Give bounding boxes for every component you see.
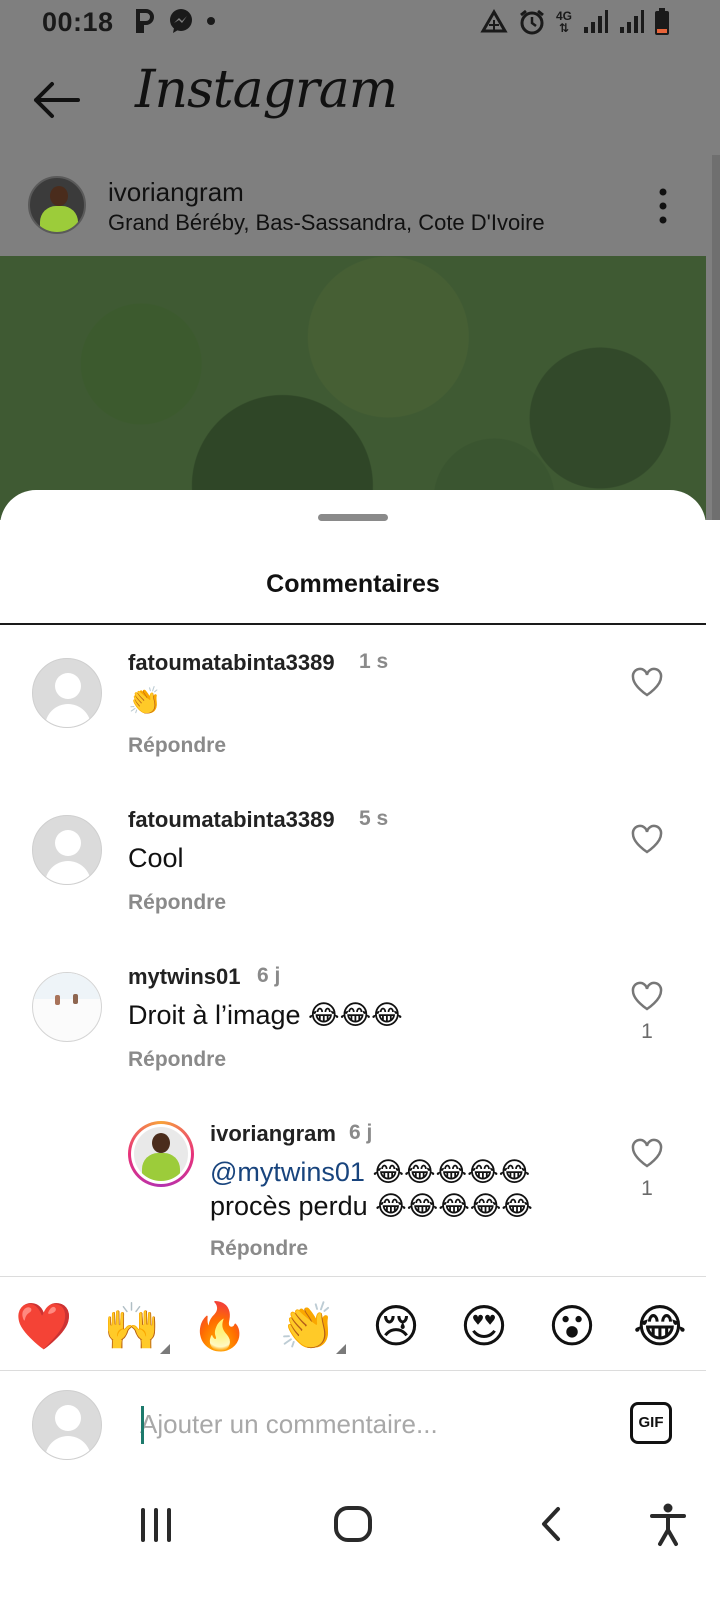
emoji-laughing-button[interactable]: 😂 [628,1294,692,1358]
comment-time: 6 j [257,964,281,987]
emoji-raised-hands-button[interactable]: 🙌 [100,1294,170,1358]
parking-icon [136,9,154,33]
comment-item: fatoumatabinta3389 5 s Cool Répondre [0,807,706,957]
scrollbar[interactable] [712,155,720,520]
gif-button[interactable]: GIF [630,1402,672,1444]
network-type: 4G ⇅ [555,9,572,35]
alarm-icon [520,9,544,35]
comment-username[interactable]: fatoumatabinta3389 [128,650,335,676]
status-time: 00:18 [42,7,114,37]
more-vertical-icon[interactable] [656,188,670,224]
comment-time: 1 s [359,650,389,673]
emoji-heart-eyes-button[interactable]: 😍 [452,1294,516,1358]
app-bar: Instagram [0,58,720,154]
emoji-clap-button[interactable]: 👏 [276,1294,346,1358]
status-bar: 00:18 4G ⇅ [0,0,720,48]
comment-username[interactable]: fatoumatabinta3389 [128,807,335,833]
post-header: ivoriangram Grand Béréby, Bas-Sassandra,… [0,158,700,258]
comment-time: 5 s [359,807,389,830]
instagram-logo: Instagram [135,60,398,120]
mention-link[interactable]: @mytwins01 [210,1157,365,1187]
text-cursor [141,1406,144,1444]
status-right-icons: 4G ⇅ [480,8,670,36]
status-left-icons [134,8,216,34]
accessibility-icon[interactable] [648,1500,688,1548]
heart-icon[interactable] [630,980,664,1012]
signal-icon-2 [620,10,644,33]
back-arrow-icon[interactable] [30,78,82,122]
avatar[interactable] [32,972,102,1042]
dot-icon [207,17,215,25]
post-photo [0,256,706,520]
emoji-heart-button[interactable]: ❤️ [12,1294,76,1358]
comment-username[interactable]: mytwins01 [128,964,241,990]
comment-text: @mytwins01 😂😂😂😂😂 procès perdu 😂😂😂😂😂 [210,1155,610,1223]
comment-reply-item: ivoriangram 6 j @mytwins01 😂😂😂😂😂 procès … [0,1121,706,1271]
like-count: 1 [641,1020,653,1043]
battery-icon [655,8,669,35]
divider [0,623,706,625]
post-background: 00:18 4G ⇅ Instagram ivoriangram Grand Bé… [0,0,720,520]
sheet-title: Commentaires [266,570,440,598]
post-location[interactable]: Grand Béréby, Bas-Sassandra, Cote D'Ivoi… [108,210,545,236]
heart-icon[interactable] [630,1137,664,1169]
recent-apps-icon[interactable] [138,1500,174,1548]
comment-item: mytwins01 6 j Droit à l’image 😂😂😂 Répond… [0,964,706,1114]
data-saver-icon [480,9,508,33]
avatar [32,1390,102,1460]
comment-text-line2: procès perdu 😂😂😂😂😂 [210,1191,533,1221]
comment-time: 6 j [349,1121,373,1144]
back-icon[interactable] [536,1500,564,1548]
quick-emoji-row: ❤️ 🙌 🔥 👏 😢 😍 😮 😂 [0,1290,706,1360]
avatar[interactable] [32,658,102,728]
heart-icon[interactable] [630,823,664,855]
messenger-icon [170,9,192,33]
comment-username[interactable]: ivoriangram [210,1121,336,1147]
divider [0,1276,706,1277]
comment-text: Cool [128,843,184,873]
reply-button[interactable]: Répondre [128,1048,226,1072]
home-icon[interactable] [332,1500,374,1548]
post-avatar[interactable] [28,176,86,234]
comment-item: fatoumatabinta3389 1 s 👏 Répondre [0,650,706,800]
comment-text: Droit à l’image 😂😂😂 [128,1000,403,1030]
skin-tone-indicator [336,1344,346,1354]
comment-text-rest: 😂😂😂😂😂 [364,1157,531,1187]
story-ring-avatar[interactable] [128,1121,194,1187]
heart-icon[interactable] [630,666,664,698]
emoji-surprised-button[interactable]: 😮 [540,1294,604,1358]
sheet-drag-handle[interactable] [318,514,388,521]
comment-input-bar: GIF [0,1380,706,1470]
skin-tone-indicator [160,1344,170,1354]
comment-text: 👏 [128,686,162,716]
divider [0,1370,706,1371]
emoji-fire-button[interactable]: 🔥 [188,1294,252,1358]
system-nav-bar [0,1480,720,1600]
avatar[interactable] [32,815,102,885]
reply-button[interactable]: Répondre [128,734,226,758]
like-count: 1 [641,1177,653,1200]
reply-button[interactable]: Répondre [210,1237,308,1261]
post-username[interactable]: ivoriangram [108,177,244,208]
signal-icon [584,10,608,33]
emoji-crying-button[interactable]: 😢 [364,1294,428,1358]
comment-input[interactable] [140,1402,600,1446]
reply-button[interactable]: Répondre [128,891,226,915]
